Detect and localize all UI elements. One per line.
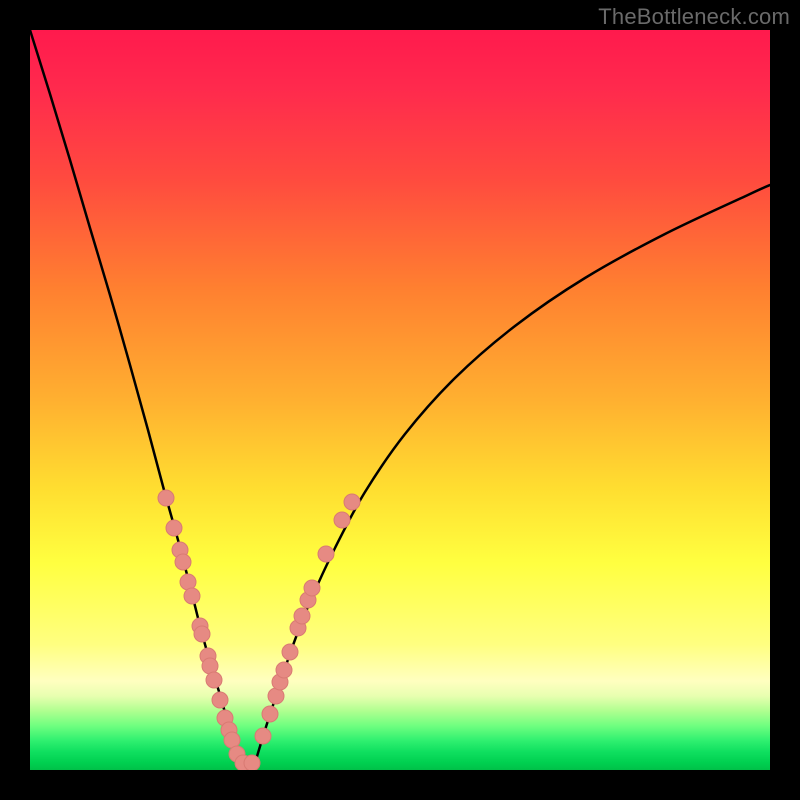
sample-point — [194, 626, 210, 642]
sample-point — [255, 728, 271, 744]
sample-point — [206, 672, 222, 688]
sample-point — [304, 580, 320, 596]
plot-area — [30, 30, 770, 770]
sample-point — [294, 608, 310, 624]
sample-point — [318, 546, 334, 562]
sample-point — [212, 692, 228, 708]
sample-point — [184, 588, 200, 604]
sample-point — [244, 755, 260, 770]
curve-layer — [30, 30, 770, 770]
sample-point — [180, 574, 196, 590]
sample-point — [175, 554, 191, 570]
sample-points-group — [158, 490, 360, 770]
curve-right-branch — [255, 185, 770, 763]
chart-frame: TheBottleneck.com — [0, 0, 800, 800]
sample-point — [202, 658, 218, 674]
sample-point — [282, 644, 298, 660]
sample-point — [262, 706, 278, 722]
sample-point — [276, 662, 292, 678]
watermark-text: TheBottleneck.com — [598, 4, 790, 30]
sample-point — [268, 688, 284, 704]
sample-point — [344, 494, 360, 510]
sample-point — [158, 490, 174, 506]
sample-point — [334, 512, 350, 528]
sample-point — [166, 520, 182, 536]
